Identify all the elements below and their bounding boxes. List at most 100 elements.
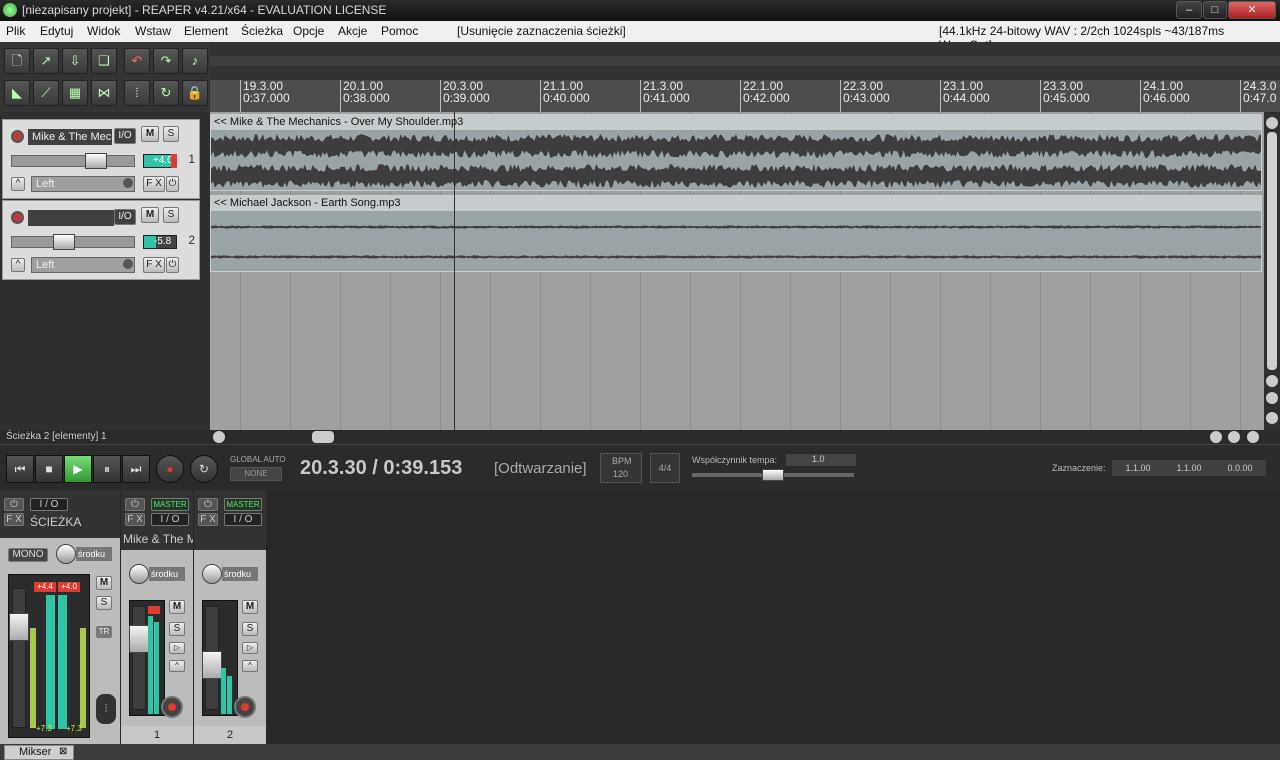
time-signature[interactable]: 4/4 — [650, 453, 680, 483]
record-arm-icon[interactable] — [11, 130, 24, 143]
menu-sciezka[interactable]: Ścieżka — [241, 24, 283, 38]
selection-length[interactable]: 0.0.00 — [1214, 460, 1266, 476]
track-2-name[interactable] — [28, 210, 114, 226]
master-tr-button[interactable]: TR — [96, 626, 112, 638]
strip-2-pan-knob[interactable] — [202, 564, 222, 584]
ruler-mark[interactable]: 21.3.00 0:41.000 — [640, 80, 690, 112]
track-1-automation-button[interactable]: ^ — [11, 177, 25, 191]
hzoom-out-icon[interactable] — [1247, 431, 1259, 443]
grid-lines-icon[interactable]: ⦙ — [124, 80, 150, 106]
master-env-icon[interactable]: ⫶ — [96, 694, 116, 724]
tempo-rate-knob[interactable] — [762, 469, 784, 481]
menu-akcje[interactable]: Akcje — [338, 24, 367, 38]
strip-1-fx-bypass-icon[interactable]: ⏻ — [125, 498, 145, 511]
pause-button[interactable]: ⏸ — [93, 455, 121, 483]
scroll-right-icon[interactable] — [1210, 431, 1222, 443]
ruler-mark[interactable]: 23.3.00 0:45.000 — [1040, 80, 1090, 112]
global-auto-button[interactable]: NONE — [230, 467, 282, 481]
region-lane[interactable] — [210, 56, 1280, 66]
track-1-pan-select[interactable]: Left — [31, 176, 135, 192]
time-ruler[interactable]: 19.3.00 0:37.000 20.1.00 0:38.000 20.3.00 0:3… — [210, 80, 1280, 112]
track-2-pan-select[interactable]: Left — [31, 257, 135, 273]
track-2-volume-knob[interactable] — [53, 234, 75, 250]
media-item-2[interactable]: << Michael Jackson - Earth Song.mp3 — [210, 195, 1262, 272]
strip-2-automation-icon[interactable]: ^ — [242, 660, 258, 672]
menu-pomoc[interactable]: Pomoc — [381, 24, 418, 38]
track-2-header[interactable]: I/O M S -5.8 ^ Left F X ⏻ 2 — [2, 200, 200, 280]
master-mute-button[interactable]: M — [96, 576, 112, 590]
menu-edytuj[interactable]: Edytuj — [40, 24, 73, 38]
track-2-io-button[interactable]: I/O — [114, 209, 136, 225]
maximize-button[interactable]: □ — [1203, 1, 1227, 19]
record-button[interactable]: ● — [156, 455, 184, 483]
strip-1-mute-button[interactable]: M — [169, 600, 185, 614]
redo-icon[interactable]: ↷ — [153, 48, 179, 74]
track-1-volume-slider[interactable] — [11, 155, 135, 167]
strip-2-fader-track[interactable] — [202, 606, 222, 710]
strip-1-io-button[interactable]: I / O — [151, 513, 189, 526]
record-arm-icon[interactable] — [11, 211, 24, 224]
track-2-fx-bypass-icon[interactable]: ⏻ — [166, 257, 179, 273]
selection-end[interactable]: 1.1.00 — [1164, 460, 1214, 476]
close-button[interactable]: ✕ — [1228, 1, 1276, 19]
grid-snap-icon[interactable]: ◣ — [4, 80, 30, 106]
go-to-start-button[interactable]: ⏮ — [6, 455, 34, 483]
master-fx-bypass-icon[interactable]: ⏻ — [4, 498, 24, 511]
strip-2-solo-button[interactable]: S — [242, 622, 258, 636]
track-1-io-button[interactable]: I/O — [114, 128, 136, 144]
menu-plik[interactable]: Plik — [6, 24, 25, 38]
go-to-end-button[interactable]: ⏭ — [122, 455, 150, 483]
strip-1-fader-track[interactable] — [129, 606, 149, 710]
track-2-solo-button[interactable]: S — [163, 207, 179, 223]
master-fx-button[interactable]: F X — [4, 513, 24, 526]
track-1-fx-bypass-icon[interactable]: ⏻ — [166, 176, 179, 192]
hzoom-in-icon[interactable] — [1228, 431, 1240, 443]
track-2-fx-button[interactable]: F X — [143, 257, 165, 273]
zoom-in-icon[interactable] — [1266, 392, 1278, 404]
strip-2-io-button[interactable]: I / O — [224, 513, 262, 526]
selection-start[interactable]: 1.1.00 — [1112, 460, 1164, 476]
track-1-volume-knob[interactable] — [85, 153, 107, 169]
tempo-rate-value[interactable]: 1.0 — [786, 454, 856, 466]
strip-1-master-send[interactable]: MASTER — [151, 498, 189, 511]
strip-1-fader-knob[interactable] — [129, 625, 149, 653]
ruler-mark[interactable]: 24.3.0 0:47.0 — [1240, 80, 1276, 112]
strip-2-master-send[interactable]: MASTER — [224, 498, 262, 511]
master-solo-button[interactable]: S — [96, 596, 112, 610]
ruler-mark[interactable]: 20.3.00 0:39.000 — [440, 80, 490, 112]
loop-icon[interactable]: ↻ — [153, 80, 179, 106]
strip-2-phase-icon[interactable]: ▷ — [242, 642, 258, 654]
menu-element[interactable]: Element — [184, 24, 228, 38]
track-1-solo-button[interactable]: S — [163, 126, 179, 142]
strip-1-solo-button[interactable]: S — [169, 622, 185, 636]
scroll-left-icon[interactable] — [213, 431, 225, 443]
master-pan-knob[interactable] — [56, 544, 76, 564]
strip-2-fx-button[interactable]: F X — [198, 513, 218, 526]
ruler-mark[interactable]: 24.1.00 0:46.000 — [1140, 80, 1190, 112]
track-1-fx-button[interactable]: F X — [143, 176, 165, 192]
minimize-button[interactable]: – — [1176, 1, 1202, 19]
strip-1-phase-icon[interactable]: ▷ — [169, 642, 185, 654]
strip-1-automation-icon[interactable]: ^ — [169, 660, 185, 672]
ruler-mark[interactable]: 21.1.00 0:40.000 — [540, 80, 590, 112]
play-button[interactable]: ▶ — [64, 455, 92, 483]
ruler-mark[interactable]: 22.1.00 0:42.000 — [740, 80, 790, 112]
undo-icon[interactable]: ↶ — [124, 48, 150, 74]
ruler-mark[interactable]: 19.3.00 0:37.000 — [240, 80, 290, 112]
menu-opcje[interactable]: Opcje — [293, 24, 324, 38]
stop-button[interactable]: ■ — [35, 455, 63, 483]
new-project-icon[interactable]: 🗋 — [4, 48, 30, 74]
save-project-icon[interactable]: ⇩ — [62, 48, 88, 74]
repeat-button[interactable]: ↻ — [190, 455, 218, 483]
vertical-scrollbar[interactable] — [1264, 112, 1280, 430]
metronome-icon[interactable]: ♪ — [182, 48, 208, 74]
ripple-edit-icon[interactable]: ⟋ — [33, 80, 59, 106]
strip-2-fx-bypass-icon[interactable]: ⏻ — [198, 498, 218, 511]
arrange-view[interactable]: << Mike & The Mechanics - Over My Should… — [210, 112, 1264, 430]
project-settings-icon[interactable]: ❏ — [91, 48, 117, 74]
media-item-1[interactable]: << Mike & The Mechanics - Over My Should… — [210, 114, 1262, 191]
track-2-automation-button[interactable]: ^ — [11, 258, 25, 272]
strip-1-fx-button[interactable]: F X — [125, 513, 145, 526]
mixer-tab[interactable]: Mikser ⊠ — [4, 745, 74, 760]
horizontal-scrollbar[interactable] — [210, 430, 1280, 444]
